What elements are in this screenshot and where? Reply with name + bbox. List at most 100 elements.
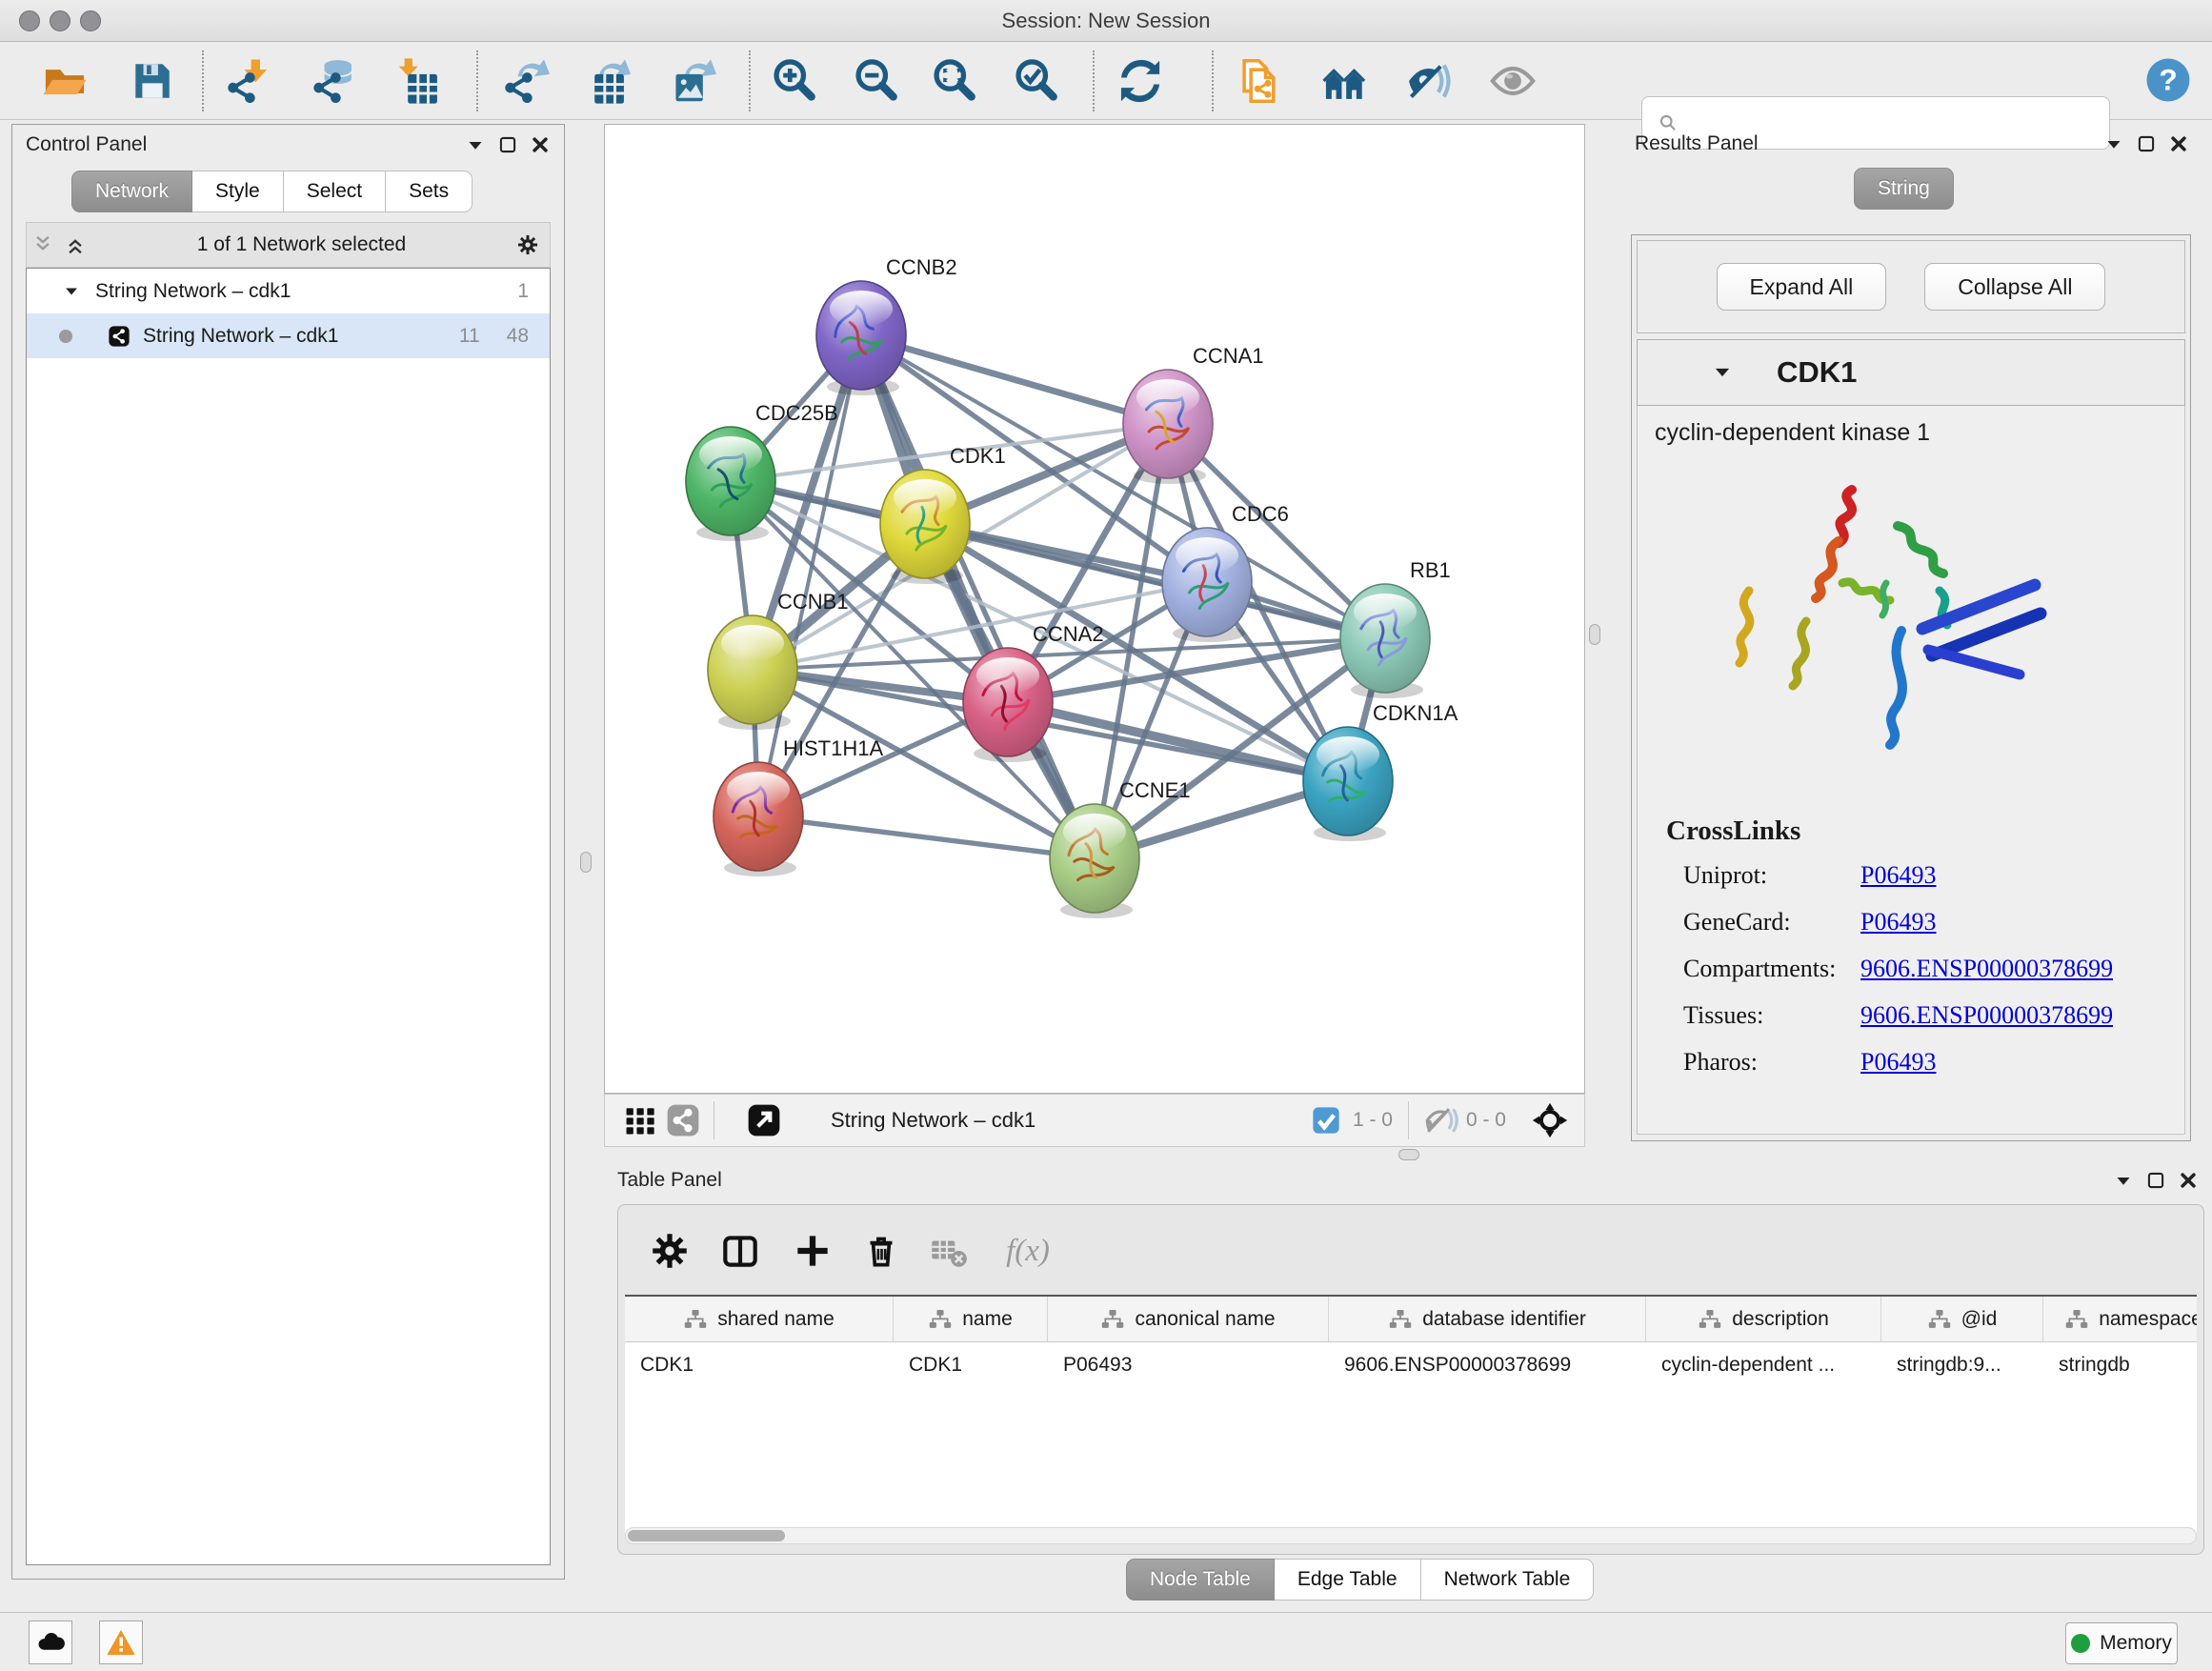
function-builder-icon[interactable]: f(x) [990, 1226, 1066, 1276]
selected-checkbox-icon[interactable] [1305, 1099, 1347, 1141]
cytoscape-window: Session: New Session ? Control Panel Net… [0, 0, 2212, 1671]
gear-icon[interactable] [512, 229, 544, 261]
table-cell[interactable]: stringdb [2043, 1342, 2197, 1387]
tab-node-table[interactable]: Node Table [1126, 1559, 1275, 1601]
table-gear-icon[interactable] [645, 1226, 694, 1276]
expand-all-networks-icon[interactable] [59, 229, 91, 261]
crosslink-link[interactable]: 9606.ENSP00000378699 [1860, 955, 2113, 983]
add-column-icon[interactable] [788, 1226, 837, 1276]
column-header-label: description [1732, 1308, 1829, 1331]
hidden-count: 0 - 0 [1466, 1109, 1506, 1132]
column-header-namespace[interactable]: namespace [2043, 1297, 2197, 1341]
control-panel-title: Control Panel [26, 133, 147, 156]
splitter-grip-left[interactable] [580, 852, 592, 873]
table-cell[interactable]: CDK1 [894, 1342, 1048, 1387]
network-row[interactable]: String Network – cdk1 11 48 [27, 313, 550, 358]
zoom-selected-button[interactable] [1010, 54, 1063, 108]
gene-section-header[interactable]: CDK1 [1637, 339, 2185, 406]
tab-string[interactable]: String [1854, 168, 1954, 210]
save-session-button[interactable] [126, 54, 179, 108]
tab-sets[interactable]: Sets [386, 171, 473, 212]
panel-float-icon[interactable] [2130, 128, 2162, 160]
node-label: CCNB2 [886, 255, 957, 279]
panel-close-icon[interactable] [2172, 1164, 2204, 1197]
import-network-button[interactable] [221, 54, 274, 108]
show-columns-icon[interactable] [715, 1226, 765, 1276]
panel-menu-icon[interactable] [2107, 1164, 2140, 1197]
column-header--id[interactable]: @id [1881, 1297, 2043, 1341]
share-network-icon[interactable] [662, 1099, 704, 1141]
splitter-grip-right[interactable] [1589, 624, 1600, 645]
tab-edge-table[interactable]: Edge Table [1275, 1559, 1421, 1601]
panel-float-icon[interactable] [2140, 1164, 2172, 1197]
gene-name: CDK1 [1777, 355, 1857, 390]
splitter-grip-bottom[interactable] [1398, 1149, 1419, 1160]
crosslink-link[interactable]: P06493 [1860, 861, 1936, 890]
svg-text:?: ? [2159, 63, 2177, 97]
memory-button[interactable]: Memory [2065, 1622, 2178, 1664]
panel-close-icon[interactable] [2162, 128, 2195, 160]
open-session-button[interactable] [38, 54, 91, 108]
warnings-button[interactable] [99, 1621, 143, 1664]
network-node-CDKN1A[interactable]: CDKN1A [1303, 701, 1458, 841]
network-view[interactable]: CCNB2 CCNA1 CDC25B CDK1 CDC6 RB1 CCNB1 [604, 124, 1585, 1094]
delete-column-icon[interactable] [856, 1226, 906, 1276]
horizontal-scrollbar[interactable] [625, 1527, 2197, 1544]
gray-eye-button[interactable] [1486, 54, 1539, 108]
table-row[interactable]: CDK1CDK1P064939606.ENSP00000378699cyclin… [625, 1342, 2197, 1387]
crosslink-link[interactable]: P06493 [1860, 908, 1936, 936]
tab-network-table[interactable]: Network Table [1421, 1559, 1595, 1601]
collapse-all-button[interactable]: Collapse All [1924, 263, 2105, 311]
crosslink-link[interactable]: P06493 [1860, 1048, 1936, 1077]
collapse-all-networks-icon[interactable] [27, 229, 59, 261]
panel-menu-icon[interactable] [2098, 128, 2130, 160]
subnetwork-count: 1 [517, 280, 529, 303]
column-header-description[interactable]: description [1646, 1297, 1881, 1341]
table-cell[interactable]: 9606.ENSP00000378699 [1329, 1342, 1646, 1387]
network-node-HIST1H1A[interactable]: HIST1H1A [714, 736, 883, 876]
expander-triangle-icon[interactable] [55, 275, 88, 308]
panel-float-icon[interactable] [492, 129, 524, 161]
crosslink-link[interactable]: 9606.ENSP00000378699 [1860, 1001, 2113, 1030]
refresh-button[interactable] [1114, 54, 1167, 108]
zoom-fit-button[interactable] [928, 54, 981, 108]
export-table-button[interactable] [579, 54, 633, 108]
column-header-name[interactable]: name [894, 1297, 1048, 1341]
table-cell[interactable]: stringdb:9... [1881, 1342, 2043, 1387]
tab-select[interactable]: Select [284, 171, 386, 212]
table-cell[interactable]: CDK1 [625, 1342, 894, 1387]
network-node-CCNB2[interactable]: CCNB2 [816, 255, 957, 395]
import-table-button[interactable] [392, 54, 446, 108]
zoom-out-button[interactable] [850, 54, 903, 108]
automation-cloud-button[interactable] [29, 1621, 72, 1664]
network-collection-row[interactable]: String Network – cdk1 1 [27, 269, 550, 313]
eye-waves-button[interactable] [1400, 54, 1454, 108]
network-node-RB1[interactable]: RB1 [1340, 558, 1451, 698]
table-cell[interactable]: P06493 [1048, 1342, 1329, 1387]
string-home-button[interactable] [1318, 54, 1372, 108]
panel-close-icon[interactable] [524, 129, 556, 161]
panel-menu-icon[interactable] [459, 129, 492, 161]
scrollbar-thumb[interactable] [628, 1530, 785, 1541]
table-cell[interactable]: cyclin-dependent ... [1646, 1342, 1881, 1387]
network-node-CCNA1[interactable]: CCNA1 [1123, 344, 1264, 484]
expand-all-button[interactable]: Expand All [1717, 263, 1887, 311]
column-header-database-identifier[interactable]: database identifier [1329, 1297, 1646, 1341]
export-network-button[interactable] [498, 54, 552, 108]
help-button[interactable]: ? [2142, 53, 2195, 107]
string-document-button[interactable] [1236, 54, 1289, 108]
crosslink-row: Uniprot: P06493 [1683, 861, 2181, 890]
zoom-in-button[interactable] [768, 54, 821, 108]
hidden-eye-icon[interactable] [1418, 1099, 1460, 1141]
crosshair-icon[interactable] [1529, 1099, 1571, 1141]
column-header-canonical-name[interactable]: canonical name [1048, 1297, 1329, 1341]
collapse-triangle-icon[interactable] [1706, 356, 1739, 389]
export-image-button[interactable] [665, 54, 718, 108]
delete-table-icon[interactable] [923, 1226, 973, 1276]
tab-network[interactable]: Network [71, 171, 192, 212]
birdseye-view-icon[interactable] [743, 1099, 785, 1141]
import-network-from-database-button[interactable] [307, 54, 360, 108]
grid-view-icon[interactable] [620, 1099, 662, 1141]
tab-style[interactable]: Style [192, 171, 284, 212]
column-header-shared-name[interactable]: shared name [625, 1297, 894, 1341]
